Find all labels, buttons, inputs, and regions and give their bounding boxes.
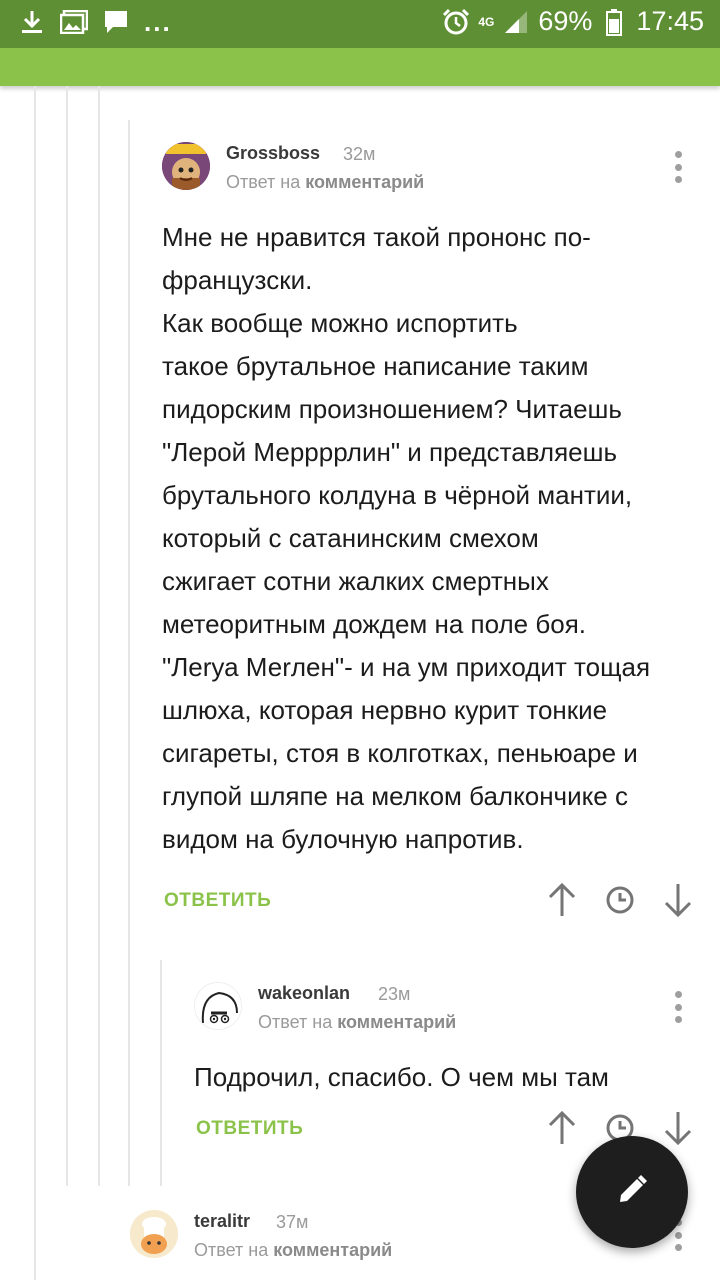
reply-to: Ответ на комментарий (258, 1012, 456, 1033)
network-type: 4G (478, 14, 495, 29)
more-vertical-icon[interactable] (673, 151, 683, 183)
comment-time: 23м (378, 984, 411, 1004)
thread-line (66, 86, 68, 1186)
comment-line: глупой шляпе на мелком балкончике с (162, 781, 628, 811)
reply-to: Ответ на комментарий (226, 172, 424, 193)
clock-time: 17:45 (636, 6, 704, 36)
arrow-up-icon[interactable] (547, 1110, 577, 1146)
battery-percent: 69% (538, 6, 593, 36)
reply-to-prefix: Ответ на (226, 172, 301, 192)
comment-line: шлюха, которая нервно курит тонкие (162, 695, 608, 725)
more-vertical-icon[interactable] (673, 991, 683, 1023)
thread-line (98, 86, 100, 1186)
write-comment-button[interactable] (576, 1136, 688, 1248)
comment-line: сигареты, стоя в колготках, пеньюаре и (162, 738, 638, 768)
thread-line (128, 120, 130, 1186)
comment-line: видом на булочную напротив. (162, 824, 524, 854)
comment-line: брутального колдуна в чёрной мантии, (162, 480, 633, 510)
reply-button[interactable]: ОТВЕТИТЬ (164, 890, 271, 912)
status-bar: ... 4G 69% 17:45 (0, 0, 720, 48)
thread-line (34, 86, 36, 1280)
reply-button[interactable]: ОТВЕТИТЬ (196, 1118, 303, 1140)
comment-line: "Лерой Меррррлин" и представляешь (162, 437, 618, 467)
reply-to-link[interactable]: комментарий (273, 1240, 392, 1260)
avatar[interactable] (130, 1210, 178, 1258)
app-bar (0, 48, 720, 86)
reply-to-link[interactable]: комментарий (337, 1012, 456, 1032)
reply-to: Ответ на комментарий (194, 1240, 392, 1261)
alarm-icon (442, 8, 470, 36)
comment-line: "Леrуа Меrлен"- и на ум приходит тощая (162, 652, 651, 682)
arrow-up-icon[interactable] (547, 882, 577, 918)
username[interactable]: teralitr (194, 1211, 250, 1232)
comment-body: Подрочил, спасибо. О чем мы там (194, 1056, 694, 1099)
signal-icon (502, 8, 530, 36)
pencil-icon (616, 1174, 648, 1211)
gallery-icon (60, 8, 88, 36)
comment-line: французски. (162, 265, 313, 295)
comment-body: Мне не нравится такой прононс по- францу… (162, 216, 702, 861)
reply-to-prefix: Ответ на (258, 1012, 333, 1032)
battery-icon (600, 8, 628, 36)
comment-line: сжигает сотни жалких смертных (162, 566, 549, 596)
comment-line: пидорским произношением? Читаешь (162, 394, 622, 424)
comment-line: Подрочил, спасибо. О чем мы там (194, 1062, 609, 1092)
arrow-down-icon[interactable] (663, 882, 693, 918)
thread-line (160, 960, 162, 1186)
more-notifications: ... (144, 7, 172, 37)
message-icon (102, 8, 130, 36)
reply-to-prefix: Ответ на (194, 1240, 269, 1260)
comment-line: который с сатанинским смехом (162, 523, 539, 553)
comment-line: Как вообще можно испортить (162, 308, 518, 338)
download-icon (18, 8, 46, 36)
arrow-down-icon[interactable] (663, 1110, 693, 1146)
comment-time: 32м (343, 144, 376, 164)
username[interactable]: Grossboss (226, 143, 320, 164)
reply-to-link[interactable]: комментарий (305, 172, 424, 192)
avatar[interactable] (162, 142, 210, 190)
comment-time: 37м (276, 1212, 309, 1232)
comment-line: Мне не нравится такой прононс по- (162, 222, 591, 252)
clock-icon[interactable] (605, 882, 635, 918)
comment-line: такое брутальное написание таким (162, 351, 589, 381)
avatar[interactable] (194, 982, 242, 1030)
username[interactable]: wakeonlan (258, 983, 350, 1004)
comment-line: метеоритным дождем на поле боя. (162, 609, 587, 639)
